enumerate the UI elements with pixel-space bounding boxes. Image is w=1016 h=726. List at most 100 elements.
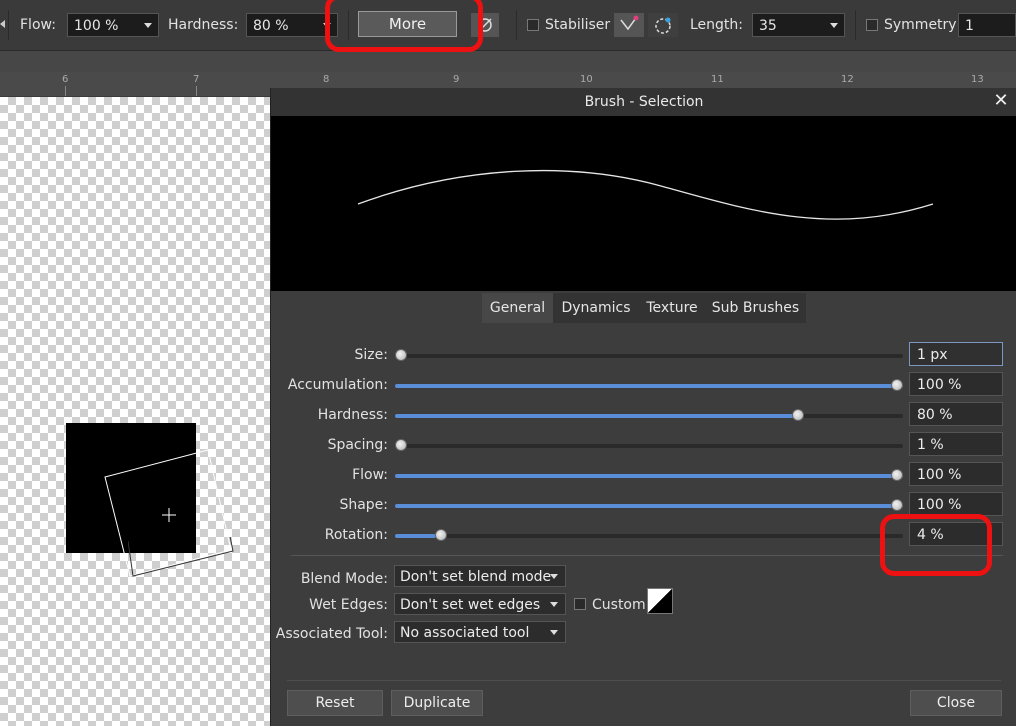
tab-sub-brushes[interactable]: Sub Brushes xyxy=(705,293,806,323)
chevron-down-icon xyxy=(550,602,558,607)
wet-edges-label: Wet Edges: xyxy=(309,597,388,613)
close-icon[interactable]: ✕ xyxy=(991,91,1011,111)
chevron-down-icon xyxy=(550,574,558,579)
slider-label: Size: xyxy=(354,347,388,363)
ruler-tick-label: 13 xyxy=(971,74,984,85)
rope-stabiliser-icon xyxy=(620,15,639,31)
hardness-value-field[interactable]: 80 % xyxy=(909,402,1003,426)
slider-handle[interactable] xyxy=(891,379,903,391)
accumulation-value-field[interactable]: 100 % xyxy=(909,372,1003,396)
slider-value: 100 % xyxy=(917,467,962,483)
spacing-row: Spacing: 1 % xyxy=(271,432,1016,460)
slider-value: 1 px xyxy=(917,347,948,363)
context-toolbar: Flow: 100 % Hardness: 80 % More Stabilis… xyxy=(0,0,1016,51)
slider-label: Spacing: xyxy=(327,437,388,453)
slider-handle[interactable] xyxy=(792,409,804,421)
rope-mode-button[interactable] xyxy=(613,12,645,38)
dialog-title: Brush - Selection xyxy=(271,88,1016,116)
accumulation-row: Accumulation: 100 % xyxy=(271,372,1016,400)
custom-checkbox[interactable] xyxy=(574,598,586,610)
brush-outline-lower-edge xyxy=(128,537,234,577)
ruler-tick-label: 8 xyxy=(323,74,330,85)
toolbar-separator xyxy=(516,10,517,40)
tab-texture[interactable]: Texture xyxy=(639,293,705,323)
slider-fill xyxy=(395,384,903,388)
toolbar-separator xyxy=(8,10,9,40)
slider-label: Accumulation: xyxy=(287,377,388,393)
tab-dynamics[interactable]: Dynamics xyxy=(553,293,639,323)
accumulation-slider[interactable] xyxy=(395,379,903,391)
brush-stroke-preview xyxy=(271,116,1016,291)
spacing-value-field[interactable]: 1 % xyxy=(909,432,1003,456)
window-mode-button[interactable] xyxy=(647,12,679,38)
stabiliser-checkbox[interactable] xyxy=(527,19,539,31)
slider-label: Flow: xyxy=(352,467,388,483)
slider-label: Shape: xyxy=(339,497,388,513)
flow-row: Flow: 100 % xyxy=(271,462,1016,490)
shape-value-field[interactable]: 100 % xyxy=(909,492,1003,516)
footer-divider xyxy=(287,680,1001,681)
shape-slider[interactable] xyxy=(395,499,903,511)
window-stabiliser-icon xyxy=(655,17,671,34)
brush-selection-dialog: Brush - Selection ✕ General Dynamics Tex… xyxy=(270,88,1016,726)
toolbar-arrow-icon xyxy=(0,20,5,28)
blend-mode-value: Don't set blend mode xyxy=(400,569,552,585)
hardness-label: Hardness: xyxy=(168,17,239,33)
wet-edges-dropdown[interactable]: Don't set wet edges xyxy=(394,593,566,615)
slider-label: Rotation: xyxy=(324,527,388,543)
flow-value-field[interactable]: 100 % xyxy=(909,462,1003,486)
hardness-row: Hardness: 80 % xyxy=(271,402,1016,430)
ruler-tick-label: 12 xyxy=(841,74,854,85)
slider-handle[interactable] xyxy=(891,469,903,481)
flow-slider[interactable] xyxy=(395,469,903,481)
ruler-tick-label: 6 xyxy=(62,74,69,85)
blend-mode-dropdown[interactable]: Don't set blend mode xyxy=(394,565,566,587)
ruler-tick xyxy=(196,86,197,96)
ruler-tick-label: 10 xyxy=(580,74,593,85)
slider-fill xyxy=(395,474,903,478)
size-row: Size: 1 px xyxy=(271,342,1016,370)
wet-edges-swatch[interactable] xyxy=(647,588,673,614)
spacing-slider[interactable] xyxy=(395,439,903,451)
reset-button[interactable]: Reset xyxy=(287,690,383,716)
tab-general[interactable]: General xyxy=(482,293,553,323)
close-button[interactable]: Close xyxy=(910,690,1002,716)
stroke-preview-curve xyxy=(357,169,934,220)
length-combo[interactable]: 35 xyxy=(752,13,845,37)
ruler-tick-label: 11 xyxy=(711,74,724,85)
size-slider[interactable] xyxy=(395,349,903,361)
symmetry-count-field[interactable]: 1 xyxy=(958,13,1016,37)
rotation-slider[interactable] xyxy=(395,529,903,541)
flow-value: 100 % xyxy=(74,18,119,34)
blend-mode-label: Blend Mode: xyxy=(300,571,388,587)
slider-handle[interactable] xyxy=(891,499,903,511)
slider-handle[interactable] xyxy=(395,349,407,361)
chevron-down-icon xyxy=(830,23,838,28)
ruler-tick-label: 7 xyxy=(193,74,200,85)
associated-tool-label: Associated Tool: xyxy=(275,626,388,642)
hardness-slider[interactable] xyxy=(395,409,903,421)
slider-fill xyxy=(395,504,903,508)
symmetry-checkbox[interactable] xyxy=(866,19,878,31)
associated-tool-dropdown[interactable]: No associated tool xyxy=(394,621,566,643)
rotation-highlight-annotation xyxy=(880,514,992,576)
length-value: 35 xyxy=(759,18,777,34)
symmetry-value: 1 xyxy=(965,18,974,34)
size-value-field[interactable]: 1 px xyxy=(909,342,1003,366)
document-canvas[interactable] xyxy=(0,97,270,726)
slider-value: 80 % xyxy=(917,407,953,423)
duplicate-button[interactable]: Duplicate xyxy=(391,690,483,716)
slider-fill xyxy=(395,414,801,418)
slider-handle[interactable] xyxy=(395,439,407,451)
toolbar-separator xyxy=(855,10,856,40)
ruler-tick-label: 9 xyxy=(453,74,460,85)
associated-tool-value: No associated tool xyxy=(400,625,530,641)
slider-handle[interactable] xyxy=(435,529,447,541)
flow-combo[interactable]: 100 % xyxy=(67,13,159,37)
slider-value: 100 % xyxy=(917,377,962,393)
slider-value: 100 % xyxy=(917,497,962,513)
dialog-tab-bar: General Dynamics Texture Sub Brushes xyxy=(482,293,806,323)
more-highlight-annotation xyxy=(325,0,483,52)
slider-label: Hardness: xyxy=(317,407,388,423)
symmetry-label: Symmetry xyxy=(884,17,957,33)
